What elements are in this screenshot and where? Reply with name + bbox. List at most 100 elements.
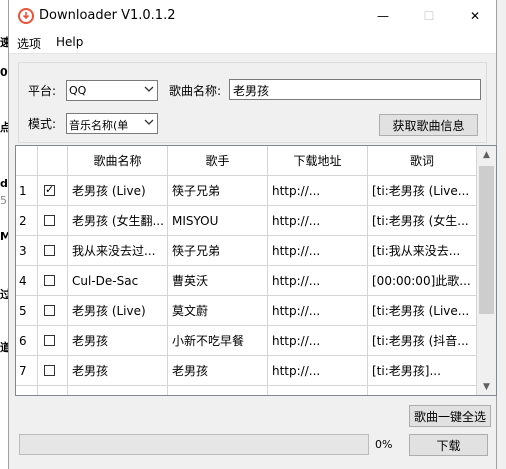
platform-select[interactable]: QQ [66,80,158,101]
scroll-thumb[interactable] [479,166,494,314]
table-row[interactable]: 4 Cul-De-Sac 曹英沃 http://... [00:00:00]此歌... [16,266,477,296]
download-button[interactable]: 下载 [409,434,488,456]
row-check-cell [38,326,68,356]
cell-artist[interactable]: 曹英沃 [168,266,268,296]
cell-url[interactable]: http://... [268,356,368,386]
cell-url[interactable]: http://... [268,176,368,206]
cell-lyrics[interactable]: [ti:老男孩 (抖音... [368,326,477,356]
cell-url[interactable]: http://... [268,206,368,236]
platform-value: QQ [69,84,87,97]
row-checkbox[interactable]: ✓ [44,183,55,196]
cell-lyrics[interactable]: [ti:老男孩 (Live... [368,296,477,326]
row-number: 7 [16,356,38,386]
progress-label: 0% [375,438,393,451]
table-row[interactable]: 2 老男孩 (女生翻... MISYOU http://... [ti:老男孩 (女生.… [16,206,477,236]
row-checkbox[interactable] [44,275,55,286]
cell-song-name[interactable]: 我从来没去过... [68,236,168,266]
cell-song-name[interactable]: 老男孩 (Live) [68,176,168,206]
cell-artist[interactable]: 筷子兄弟 [168,176,268,206]
header-corner [16,146,38,176]
table-row[interactable]: 6 老男孩 小新不吃早餐 http://... [ti:老男孩 (抖音... [16,326,477,356]
cell-url[interactable]: http://... [268,236,368,266]
row-check-cell [38,236,68,266]
maximize-button[interactable]: ☐ [406,0,452,32]
row-checkbox[interactable] [44,245,55,256]
row-number: 5 [16,296,38,326]
row-check-cell [38,386,68,395]
cell-artist[interactable]: MISYOU [168,206,268,236]
check-icon: ✓ [45,183,55,196]
downloader-logo-icon [17,7,35,25]
cell-lyrics[interactable]: [ti:老男孩]... [368,356,477,386]
select-all-button[interactable]: 歌曲一键全选 [409,405,491,427]
vertical-scrollbar[interactable]: ▲ ▼ [477,146,496,395]
row-number: 2 [16,206,38,236]
cell-artist[interactable] [168,386,268,395]
cell-lyrics[interactable]: [ti:老男孩 (Live... [368,176,477,206]
header-artist[interactable]: 歌手 [168,146,268,176]
close-button[interactable]: ✕ [452,0,498,32]
platform-label: 平台: [28,84,57,98]
table-row[interactable]: 8 [16,386,477,395]
cell-artist[interactable]: 筷子兄弟 [168,236,268,266]
row-number: 1 [16,176,38,206]
header-check [38,146,68,176]
row-check-cell [38,296,68,326]
row-check-cell [38,206,68,236]
row-number: 4 [16,266,38,296]
song-name-input[interactable]: 老男孩 [229,79,481,100]
cell-lyrics[interactable]: [00:00:00]此歌... [368,266,477,296]
cell-url[interactable]: http://... [268,296,368,326]
row-checkbox[interactable] [44,335,55,346]
cell-song-name[interactable]: 老男孩 (女生翻... [68,206,168,236]
chevron-down-icon [144,84,154,97]
cell-lyrics[interactable]: [ti:老男孩 (女生... [368,206,477,236]
cell-song-name[interactable]: 老男孩 [68,326,168,356]
cell-song-name[interactable]: Cul-De-Sac [68,266,168,296]
scroll-down-icon[interactable]: ▼ [477,378,496,395]
cell-artist[interactable]: 小新不吃早餐 [168,326,268,356]
row-checkbox[interactable] [44,215,55,226]
header-lyrics[interactable]: 歌词 [368,146,477,176]
downloader-window: Downloader V1.0.1.2 — ☐ ✕ 选项 Help 平台: QQ… [8,0,497,469]
cell-url[interactable]: http://... [268,266,368,296]
cell-song-name[interactable] [68,386,168,395]
cell-lyrics[interactable] [368,386,477,395]
minimize-button[interactable]: — [360,0,406,32]
window-title: Downloader V1.0.1.2 [39,8,176,23]
scroll-up-icon[interactable]: ▲ [477,146,496,163]
row-number: 8 [16,386,38,395]
song-table: 歌曲名称 歌手 下载地址 歌词 1 ✓ 老男孩 (Live) 筷子兄弟 http://.… [15,145,497,396]
cell-artist[interactable]: 莫文蔚 [168,296,268,326]
cell-url[interactable]: http://... [268,326,368,356]
cell-url[interactable] [268,386,368,395]
title-bar[interactable]: Downloader V1.0.1.2 — ☐ ✕ [9,0,496,32]
song-name-label: 歌曲名称: [169,84,222,98]
table-row[interactable]: 3 我从来没去过... 筷子兄弟 http://... [ti:我从来没去... [16,236,477,266]
row-checkbox[interactable] [44,305,55,316]
menu-options[interactable]: 选项 [17,35,41,52]
cell-song-name[interactable]: 老男孩 (Live) [68,296,168,326]
cell-artist[interactable]: 老男孩 [168,356,268,386]
row-check-cell: ✓ [38,176,68,206]
menu-help[interactable]: Help [56,35,83,49]
cell-lyrics[interactable]: [ti:我从来没去... [368,236,477,266]
row-checkbox[interactable] [44,365,55,376]
mode-value: 音乐名称(单 [69,119,129,132]
table-row[interactable]: 1 ✓ 老男孩 (Live) 筷子兄弟 http://... [ti:老男孩 (Live.… [16,176,477,206]
table-header: 歌曲名称 歌手 下载地址 歌词 [16,146,477,176]
bg-fragment: 0 [0,66,8,79]
cell-song-name[interactable]: 老男孩 [68,356,168,386]
chevron-down-icon [144,117,154,130]
row-number: 6 [16,326,38,356]
header-url[interactable]: 下载地址 [268,146,368,176]
close-icon: ✕ [469,9,481,23]
table-row[interactable]: 7 老男孩 老男孩 http://... [ti:老男孩]... [16,356,477,386]
menu-bar: 选项 Help [9,32,496,54]
minimize-icon: — [377,9,389,23]
mode-select[interactable]: 音乐名称(单 [66,113,158,134]
table-row[interactable]: 5 老男孩 (Live) 莫文蔚 http://... [ti:老男孩 (Live... [16,296,477,326]
fetch-song-info-button[interactable]: 获取歌曲信息 [379,114,478,136]
header-song-name[interactable]: 歌曲名称 [68,146,168,176]
maximize-icon: ☐ [423,9,435,23]
